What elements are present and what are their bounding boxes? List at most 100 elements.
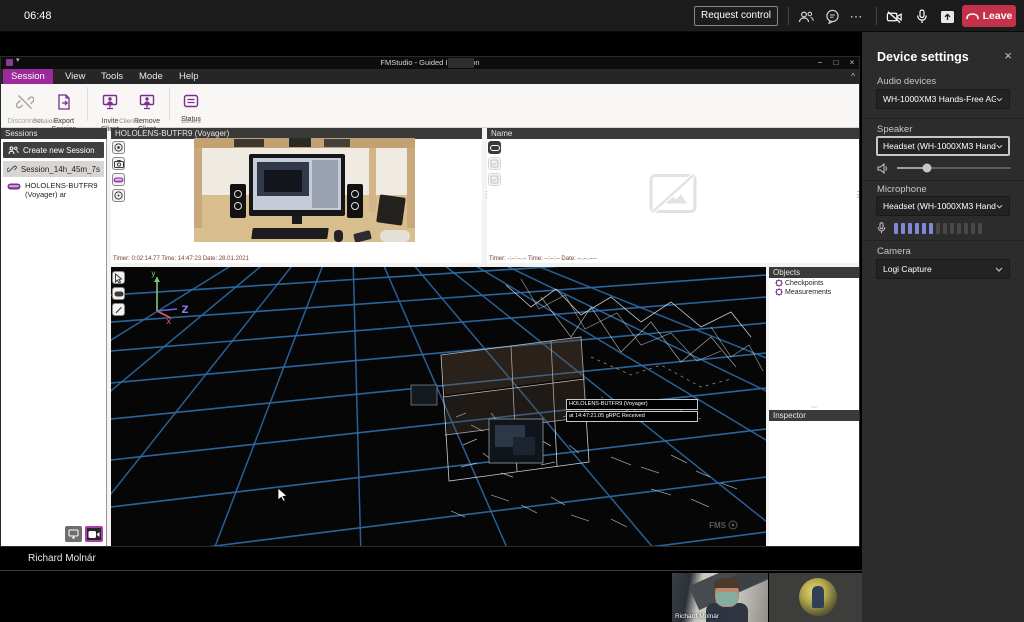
meeting-clock: 06:48 bbox=[24, 10, 52, 22]
fmstudio-titlebar[interactable]: ▾ FMStudio - Guided Inspection − □ × bbox=[1, 57, 859, 69]
share-screen-icon[interactable] bbox=[939, 8, 956, 25]
section-divider bbox=[862, 240, 1024, 241]
session-list-item[interactable]: Session_14h_45m_7s bbox=[3, 161, 104, 177]
gear-icon bbox=[775, 288, 783, 296]
audio-device-dropdown[interactable]: WH-1000XM3 Hands-Free AG Au... bbox=[876, 89, 1010, 109]
participants-icon[interactable] bbox=[797, 8, 814, 25]
speaker-dropdown[interactable]: Headset (WH-1000XM3 Hands-F... bbox=[876, 136, 1010, 156]
inspector-body bbox=[769, 421, 859, 542]
status-icon bbox=[183, 94, 199, 108]
audio-devices-label: Audio devices bbox=[877, 76, 936, 87]
screen-share-stage: ▾ FMStudio - Guided Inspection − □ × Ses… bbox=[0, 32, 862, 571]
right-side-panels: Objects Checkpoints Measurements ⋯ Inspe… bbox=[769, 267, 859, 546]
3d-viewport[interactable]: x z y bbox=[111, 267, 766, 546]
session-client-item[interactable]: HOLOLENS-BUTFR9 (Voyager) ar bbox=[3, 179, 104, 201]
fmstudio-app-icon bbox=[6, 59, 13, 66]
camera-dropdown[interactable]: Logi Capture bbox=[876, 259, 1010, 279]
screen-view-button[interactable] bbox=[65, 526, 82, 542]
video-view-button[interactable] bbox=[85, 526, 103, 542]
fmstudio-menubar: Session View Tools Mode Help ^ bbox=[1, 69, 859, 84]
snapshot-icon[interactable] bbox=[112, 157, 125, 170]
camera-off-icon[interactable] bbox=[886, 8, 903, 25]
avatar bbox=[799, 578, 837, 616]
chat-icon[interactable] bbox=[824, 8, 841, 25]
menu-mode[interactable]: Mode bbox=[131, 69, 171, 84]
capture-target-icon[interactable] bbox=[112, 189, 125, 202]
speaker-icon bbox=[877, 163, 889, 174]
section-divider bbox=[862, 118, 1024, 119]
camera-label: Camera bbox=[877, 246, 911, 257]
record-icon[interactable] bbox=[112, 141, 125, 154]
export-session-button[interactable]: Export Session bbox=[47, 86, 81, 134]
microphone-label: Microphone bbox=[877, 184, 927, 195]
mouse-cursor bbox=[277, 487, 288, 507]
menu-tools[interactable]: Tools bbox=[93, 69, 131, 84]
participant-video-thumbnail[interactable]: Richard Molnár bbox=[672, 573, 768, 622]
menu-view[interactable]: View bbox=[57, 69, 93, 84]
select-tool-icon[interactable] bbox=[112, 271, 125, 284]
tree-item-checkpoints[interactable]: Checkpoints bbox=[769, 278, 859, 287]
remove-client-button[interactable]: Remove Client bbox=[129, 86, 165, 134]
link-icon bbox=[7, 164, 17, 174]
close-panel-icon[interactable]: × bbox=[1004, 48, 1012, 63]
hololens-panel-caption: Timer: 0:02:14.77 Time: 14:47:23 Date: 2… bbox=[113, 256, 249, 262]
face-mask bbox=[716, 592, 738, 606]
hololens-view-icon[interactable] bbox=[488, 141, 501, 154]
remote-cursor-highlight bbox=[448, 58, 474, 68]
ribbon-separator bbox=[169, 87, 170, 121]
fms-watermark: FMS bbox=[709, 520, 738, 530]
microphone-dropdown[interactable]: Headset (WH-1000XM3 Hands-F... bbox=[876, 196, 1010, 216]
panel-splitter[interactable]: ⋮ bbox=[854, 192, 862, 197]
presenter-name-label: Richard Molnár bbox=[28, 553, 96, 564]
invite-client-button[interactable]: Invite Client bbox=[93, 86, 127, 134]
name-panel-header: Name bbox=[487, 128, 859, 139]
meeting-toolbar: 06:48 Request control ⋯ Leave bbox=[0, 0, 1024, 32]
person-hair bbox=[714, 578, 740, 588]
phone bbox=[353, 230, 372, 242]
request-control-button[interactable]: Request control bbox=[694, 6, 778, 26]
close-button[interactable]: × bbox=[845, 57, 859, 69]
secondary-view-icon[interactable] bbox=[488, 157, 501, 170]
minimize-button[interactable]: − bbox=[813, 57, 827, 69]
hololens-camera-feed bbox=[194, 138, 415, 242]
device-settings-title: Device settings bbox=[877, 50, 969, 64]
microphone-level-icon bbox=[877, 222, 886, 234]
chevron-down-icon bbox=[996, 144, 1003, 149]
hololens-tool-icon[interactable] bbox=[112, 287, 125, 300]
ribbon-collapse-icon[interactable]: ^ bbox=[851, 69, 855, 84]
mic-level-meter bbox=[894, 223, 982, 234]
microphone-icon[interactable] bbox=[913, 8, 930, 25]
no-image-placeholder-icon bbox=[647, 171, 699, 220]
more-options-icon[interactable]: ⋯ bbox=[848, 8, 865, 25]
menu-help[interactable]: Help bbox=[171, 69, 207, 84]
maximize-button[interactable]: □ bbox=[829, 57, 843, 69]
invite-client-icon bbox=[102, 94, 118, 110]
keyboard bbox=[251, 228, 329, 239]
device-settings-panel: Device settings × Audio devices WH-1000X… bbox=[862, 32, 1024, 622]
toolbar-divider bbox=[876, 7, 877, 25]
tablet bbox=[376, 194, 406, 225]
monitor-icon bbox=[68, 529, 79, 539]
ribbon-group-sessions: Sessions bbox=[5, 118, 87, 125]
menu-session[interactable]: Session bbox=[3, 69, 53, 84]
inspector-panel-header: Inspector bbox=[769, 410, 859, 421]
scene-annotation: HOLOLENS-BUTFR9 (Voyager) at 14:47:21.05… bbox=[566, 399, 698, 422]
objects-panel-header: Objects bbox=[769, 267, 859, 278]
name-panel-caption: Timer: -:--:--.-- Time: --:--:-- Date: -… bbox=[489, 256, 597, 262]
titlebar-caret-icon: ▾ bbox=[16, 56, 20, 64]
svg-text:z: z bbox=[181, 302, 189, 317]
sessions-panel: Create new Session Session_14h_45m_7s HO… bbox=[1, 139, 107, 546]
volume-slider[interactable] bbox=[897, 167, 1011, 169]
leave-button[interactable]: Leave bbox=[962, 5, 1016, 27]
thumbnail-name-label: Richard Molnár bbox=[675, 613, 719, 620]
leave-label: Leave bbox=[983, 10, 1013, 22]
meeting-window: 06:48 Request control ⋯ Leave bbox=[0, 0, 1024, 622]
participant-avatar-tile[interactable] bbox=[769, 573, 867, 622]
tree-item-measurements[interactable]: Measurements bbox=[769, 287, 859, 296]
disconnect-icon bbox=[16, 94, 34, 110]
create-session-button[interactable]: Create new Session bbox=[3, 142, 104, 158]
volume-slider-thumb[interactable] bbox=[922, 164, 931, 173]
draw-tool-icon[interactable] bbox=[112, 303, 125, 316]
tertiary-view-icon[interactable] bbox=[488, 173, 501, 186]
hololens-device-icon[interactable] bbox=[112, 173, 125, 186]
